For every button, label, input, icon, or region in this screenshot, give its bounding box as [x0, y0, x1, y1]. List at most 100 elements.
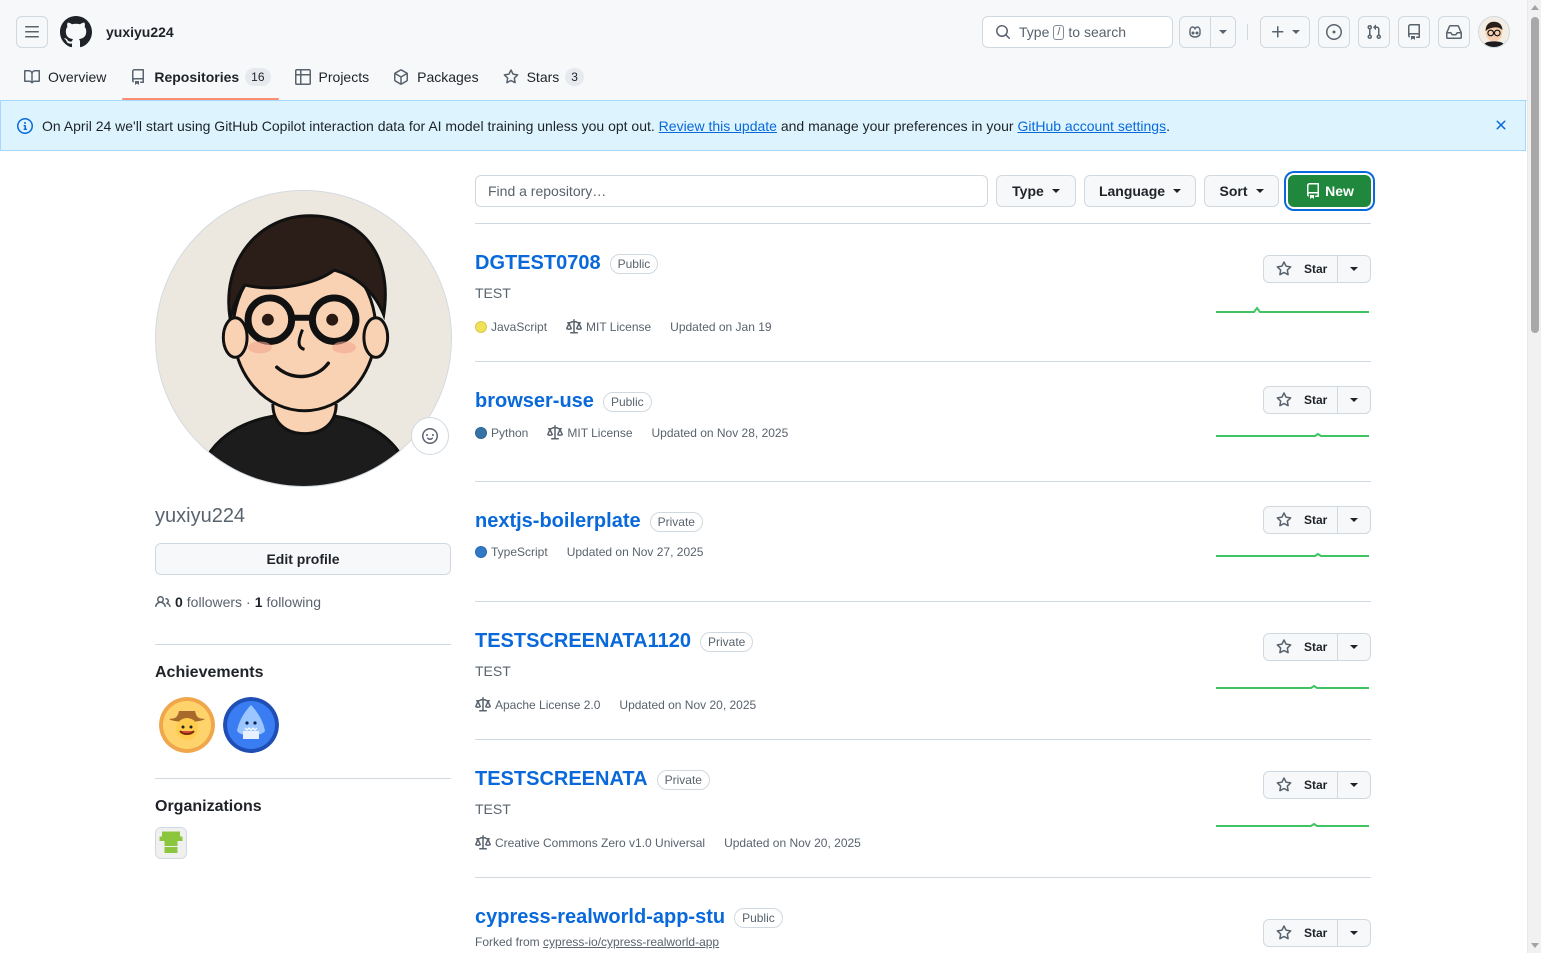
star-list-dropdown[interactable] — [1337, 507, 1370, 533]
people-icon — [155, 595, 171, 608]
star-list-dropdown[interactable] — [1337, 634, 1370, 660]
repo-name-link[interactable]: TESTSCREENATA — [475, 768, 648, 791]
tab-projects[interactable]: Projects — [287, 62, 378, 92]
tab-label: Packages — [417, 69, 479, 85]
visibility-badge: Private — [649, 511, 703, 532]
activity-sparkline — [1216, 684, 1369, 689]
tab-packages[interactable]: Packages — [385, 62, 486, 92]
avatar-icon — [1482, 21, 1506, 47]
tab-counter: 16 — [245, 68, 271, 86]
repo-name-link[interactable]: browser-use — [475, 390, 594, 413]
find-repository-input[interactable] — [475, 175, 988, 207]
repo-list-item: cypress-realworld-app-stu Public Forked … — [475, 906, 1371, 949]
open-menu-button[interactable] — [16, 16, 48, 48]
repo-updated: Updated on Jan 19 — [670, 320, 772, 334]
repo-name-link[interactable]: TESTSCREENATA1120 — [475, 630, 691, 653]
achievement-badge-yolo[interactable] — [159, 697, 215, 753]
triangle-down-icon — [1350, 931, 1359, 935]
github-logo-icon[interactable] — [60, 16, 92, 48]
repo-updated: Updated on Nov 20, 2025 — [724, 836, 861, 850]
table-icon — [294, 69, 311, 85]
star-button[interactable]: Star — [1264, 256, 1337, 282]
copilot-button[interactable] — [1180, 17, 1210, 47]
star-button-group: Star — [1263, 506, 1371, 534]
close-icon[interactable] — [1493, 117, 1509, 133]
profile-avatar[interactable] — [155, 190, 452, 487]
list-divider — [475, 739, 1371, 740]
organization-avatar[interactable] — [155, 827, 187, 859]
scroll-down-arrow-icon[interactable] — [1531, 943, 1539, 948]
repo-name-link[interactable]: nextjs-boilerplate — [475, 510, 641, 533]
star-button[interactable]: Star — [1264, 772, 1337, 798]
scroll-up-arrow-icon[interactable] — [1531, 5, 1539, 10]
repo-license: MIT License — [547, 425, 633, 441]
search-icon — [996, 25, 1011, 40]
star-button[interactable]: Star — [1264, 507, 1337, 533]
smiley-icon — [422, 428, 438, 444]
tab-stars[interactable]: Stars 3 — [495, 62, 592, 92]
star-button[interactable]: Star — [1264, 634, 1337, 660]
triangle-down-icon — [1292, 30, 1300, 34]
activity-sparkline — [1216, 432, 1369, 437]
repo-language: JavaScript — [475, 320, 547, 334]
law-icon — [566, 319, 583, 334]
tab-overview[interactable]: Overview — [16, 62, 114, 92]
star-button-group: Star — [1263, 255, 1371, 283]
achievement-badge-pull-shark[interactable] — [223, 697, 279, 753]
app-header: yuxiyu224 Type / to search Overview Repo… — [0, 0, 1527, 101]
banner-text: On April 24 we'll start using GitHub Cop… — [42, 117, 1170, 134]
repo-license: Creative Commons Zero v1.0 Universal — [475, 835, 705, 851]
search-shortcut-key: / — [1053, 24, 1065, 40]
create-new-button[interactable] — [1260, 16, 1310, 48]
issues-button[interactable] — [1318, 16, 1350, 48]
star-list-dropdown[interactable] — [1337, 772, 1370, 798]
edit-profile-button[interactable]: Edit profile — [155, 543, 451, 575]
git-pull-request-icon — [1367, 24, 1382, 40]
tab-label: Repositories — [154, 69, 240, 85]
triangle-down-icon — [1350, 783, 1359, 787]
visibility-badge: Public — [609, 253, 659, 274]
following-link[interactable]: 1 following — [255, 594, 321, 610]
star-button[interactable]: Star — [1264, 920, 1337, 946]
list-divider — [475, 877, 1371, 878]
star-button-group: Star — [1263, 771, 1371, 799]
context-username[interactable]: yuxiyu224 — [106, 24, 174, 40]
triangle-down-icon — [1219, 30, 1227, 34]
star-icon — [1276, 925, 1292, 940]
inbox-button[interactable] — [1438, 16, 1470, 48]
scrollbar-thumb[interactable] — [1531, 17, 1539, 333]
repositories-button[interactable] — [1398, 16, 1430, 48]
star-list-dropdown[interactable] — [1337, 920, 1370, 946]
set-status-button[interactable] — [411, 417, 449, 455]
new-repository-button[interactable]: New — [1288, 175, 1371, 207]
star-list-dropdown[interactable] — [1337, 387, 1370, 413]
tab-repositories[interactable]: Repositories 16 — [122, 62, 279, 100]
achievements-heading[interactable]: Achievements — [155, 664, 264, 682]
repo-name-link[interactable]: DGTEST0708 — [475, 252, 601, 275]
type-filter-button[interactable]: Type — [996, 175, 1076, 207]
user-avatar-menu[interactable] — [1478, 16, 1510, 48]
fork-source-link[interactable]: cypress-io/cypress-realworld-app — [543, 935, 719, 949]
language-filter-button[interactable]: Language — [1084, 175, 1196, 207]
org-identicon-icon — [156, 828, 186, 858]
list-divider — [475, 481, 1371, 482]
star-icon — [1276, 392, 1292, 407]
review-update-link[interactable]: Review this update — [659, 118, 777, 134]
visibility-badge: Public — [734, 907, 783, 928]
star-list-dropdown[interactable] — [1337, 256, 1370, 282]
sort-filter-button[interactable]: Sort — [1204, 175, 1279, 207]
repo-name-link[interactable]: cypress-realworld-app-stu — [475, 906, 725, 929]
copilot-icon — [1189, 26, 1201, 38]
copilot-dropdown-button[interactable] — [1210, 17, 1235, 47]
page-scrollbar[interactable] — [1527, 0, 1541, 953]
followers-link[interactable]: 0 followers — [175, 594, 242, 610]
triangle-down-icon — [1051, 189, 1060, 193]
law-icon — [547, 425, 564, 440]
pull-requests-button[interactable] — [1358, 16, 1390, 48]
copilot-notice-banner: On April 24 we'll start using GitHub Cop… — [0, 100, 1526, 151]
star-icon — [1276, 777, 1292, 792]
global-search-input[interactable]: Type / to search — [982, 16, 1173, 48]
star-button[interactable]: Star — [1264, 387, 1337, 413]
account-settings-link[interactable]: GitHub account settings — [1017, 118, 1166, 134]
triangle-down-icon — [1255, 189, 1264, 193]
